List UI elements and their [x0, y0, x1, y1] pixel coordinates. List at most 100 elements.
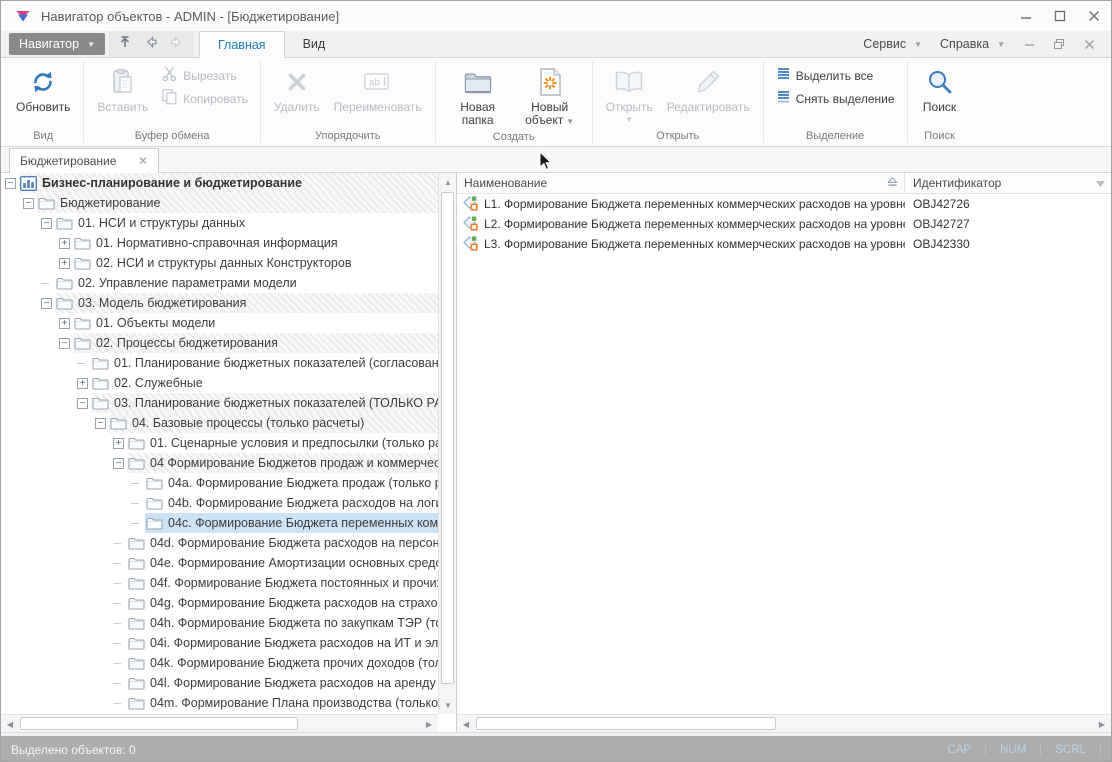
tree-item-body[interactable]: 01. Сценарные условия и предпосылки (тол… [127, 433, 438, 453]
tab-home[interactable]: Главная [199, 31, 285, 58]
expand-icon[interactable]: + [59, 258, 70, 269]
mdi-restore-icon[interactable] [1047, 34, 1071, 54]
tree-item[interactable]: −Бюджетирование [1, 193, 438, 213]
scroll-left-icon[interactable]: ◀ [2, 716, 18, 732]
table-row[interactable]: L3. Формирование Бюджета переменных комм… [457, 234, 1111, 254]
collapse-icon[interactable]: − [59, 338, 70, 349]
collapse-icon[interactable]: − [77, 398, 88, 409]
tree-item[interactable]: +02. НСИ и структуры данных Конструкторо… [1, 253, 438, 273]
list-hscroll-thumb[interactable] [476, 717, 776, 730]
tree-item-body[interactable]: 04l. Формирование Бюджета расходов на ар… [127, 673, 438, 693]
tree-item-body[interactable]: 02. НСИ и структуры данных Конструкторов [73, 253, 438, 273]
tree-item-body[interactable]: 04c. Формирование Бюджета переменных ком… [145, 513, 438, 533]
scroll-right-icon[interactable]: ▶ [1094, 716, 1110, 732]
tree-item[interactable]: −03. Модель бюджетирования [1, 293, 438, 313]
tree-item[interactable]: +02. Служебные [1, 373, 438, 393]
tree-item-body[interactable]: Бизнес-планирование и бюджетирование [19, 173, 438, 193]
tree-item-body[interactable]: 01. Объекты модели [73, 313, 438, 333]
paste-button[interactable]: Вставить [90, 61, 155, 116]
maximize-icon[interactable] [1043, 2, 1077, 30]
tree-item[interactable]: 01. Планирование бюджетных показателей (… [1, 353, 438, 373]
minimize-icon[interactable] [1009, 2, 1043, 30]
column-header-id[interactable]: Идентификатор [905, 173, 1111, 193]
open-button[interactable]: Открыть▼ [599, 61, 660, 126]
column-header-name[interactable]: Наименование [457, 173, 905, 193]
tree-item[interactable]: −Бизнес-планирование и бюджетирование [1, 173, 438, 193]
collapse-icon[interactable]: − [23, 198, 34, 209]
tree-item[interactable]: −04. Базовые процессы (только расчеты) [1, 413, 438, 433]
tree-item-body[interactable]: 03. Модель бюджетирования [55, 293, 438, 313]
tree-item[interactable]: −02. Процессы бюджетирования [1, 333, 438, 353]
tree-item[interactable]: 04g. Формирование Бюджета расходов на ст… [1, 593, 438, 613]
new-folder-button[interactable]: Новая папка [442, 61, 514, 129]
table-row[interactable]: L2. Формирование Бюджета переменных комм… [457, 214, 1111, 234]
tree-item-body[interactable]: 03. Планирование бюджетных показателей (… [91, 393, 438, 413]
tree-item[interactable]: −03. Планирование бюджетных показателей … [1, 393, 438, 413]
deselect-button[interactable]: Снять выделение [770, 88, 901, 109]
cut-button[interactable]: Вырезать [155, 65, 254, 86]
tree-horizontal-scrollbar[interactable]: ◀ ▶ [1, 714, 438, 732]
edit-button[interactable]: Редактировать [660, 61, 757, 116]
expand-icon[interactable]: + [77, 378, 88, 389]
tree-item[interactable]: 04b. Формирование Бюджета расходов на ло… [1, 493, 438, 513]
table-row[interactable]: L1. Формирование Бюджета переменных комм… [457, 194, 1111, 214]
scroll-left-icon[interactable]: ◀ [458, 716, 474, 732]
tree-item[interactable]: −01. НСИ и структуры данных [1, 213, 438, 233]
tree-item-body[interactable]: 01. Планирование бюджетных показателей (… [91, 353, 438, 373]
search-button[interactable]: Поиск [914, 61, 966, 116]
tree-item-body[interactable]: 02. Служебные [91, 373, 438, 393]
tree-item-body[interactable]: 04b. Формирование Бюджета расходов на ло… [145, 493, 438, 513]
scroll-up-icon[interactable]: ▲ [440, 174, 456, 190]
select-all-button[interactable]: Выделить все [770, 65, 901, 86]
tree-hscroll-thumb[interactable] [20, 717, 298, 730]
tree-item[interactable]: 04l. Формирование Бюджета расходов на ар… [1, 673, 438, 693]
tree-item[interactable]: 02. Управление параметрами модели [1, 273, 438, 293]
tree-item[interactable]: 04a. Формирование Бюджета продаж (только… [1, 473, 438, 493]
tab-view[interactable]: Вид [285, 31, 344, 57]
tree-vertical-scrollbar[interactable]: ▲ ▼ [438, 173, 456, 714]
tree-item-body[interactable]: 04g. Формирование Бюджета расходов на ст… [127, 593, 438, 613]
document-tab-budgeting[interactable]: Бюджетирование ✕ [9, 148, 159, 173]
tree-item-body[interactable]: 04h. Формирование Бюджета по закупкам ТЭ… [127, 613, 438, 633]
tree-item[interactable]: 04d. Формирование Бюджета расходов на пе… [1, 533, 438, 553]
navigator-menu-button[interactable]: Навигатор▼ [9, 33, 105, 55]
back-icon[interactable] [143, 34, 159, 55]
mdi-minimize-icon[interactable] [1017, 34, 1041, 54]
tree-item[interactable]: 04k. Формирование Бюджета прочих доходов… [1, 653, 438, 673]
chevron-down-icon[interactable]: ▼ [566, 117, 574, 126]
tree-item-body[interactable]: Бюджетирование [37, 193, 438, 213]
tree-item[interactable]: +01. Нормативно-справочная информация [1, 233, 438, 253]
collapse-icon[interactable]: − [113, 458, 124, 469]
tree-item-body[interactable]: 04f. Формирование Бюджета постоянных и п… [127, 573, 438, 593]
refresh-button[interactable]: Обновить [9, 61, 77, 116]
collapse-icon[interactable]: − [5, 178, 16, 189]
copy-button[interactable]: Копировать [155, 88, 254, 109]
tree-item-body[interactable]: 04a. Формирование Бюджета продаж (только… [145, 473, 438, 493]
tree-item[interactable]: 04c. Формирование Бюджета переменных ком… [1, 513, 438, 533]
collapse-icon[interactable]: − [41, 298, 52, 309]
collapse-icon[interactable]: − [41, 218, 52, 229]
tree-item[interactable]: 04h. Формирование Бюджета по закупкам ТЭ… [1, 613, 438, 633]
tree-item-body[interactable]: 04i. Формирование Бюджета расходов на ИТ… [127, 633, 438, 653]
expand-icon[interactable]: + [59, 238, 70, 249]
tree-item-body[interactable]: 04. Базовые процессы (только расчеты) [109, 413, 438, 433]
tree-item[interactable]: 04f. Формирование Бюджета постоянных и п… [1, 573, 438, 593]
tree-item-body[interactable]: 02. Процессы бюджетирования [73, 333, 438, 353]
tree-item-body[interactable]: 04e. Формирование Амортизации основных с… [127, 553, 438, 573]
scroll-down-icon[interactable]: ▼ [440, 697, 456, 713]
tree-item-body[interactable]: 04d. Формирование Бюджета расходов на пе… [127, 533, 438, 553]
tree-item-body[interactable]: 04k. Формирование Бюджета прочих доходов… [127, 653, 438, 673]
close-icon[interactable] [1077, 2, 1111, 30]
delete-button[interactable]: Удалить [267, 61, 327, 116]
rename-button[interactable]: abПереименовать [327, 61, 429, 116]
tree-item[interactable]: 04m. Формирование Плана производства (то… [1, 693, 438, 713]
tree-item-body[interactable]: 01. НСИ и структуры данных [55, 213, 438, 233]
new-object-button[interactable]: Новый объект▼ [514, 61, 586, 130]
tree-item-body[interactable]: 04m. Формирование Плана производства (то… [127, 693, 438, 713]
tree-item-body[interactable]: 01. Нормативно-справочная информация [73, 233, 438, 253]
tree-item[interactable]: 04e. Формирование Амортизации основных с… [1, 553, 438, 573]
expand-icon[interactable]: + [113, 438, 124, 449]
tree-item[interactable]: +01. Сценарные условия и предпосылки (то… [1, 433, 438, 453]
tree-item[interactable]: +01. Объекты модели [1, 313, 438, 333]
tree-item-body[interactable]: 04 Формирование Бюджетов продаж и коммер… [127, 453, 438, 473]
